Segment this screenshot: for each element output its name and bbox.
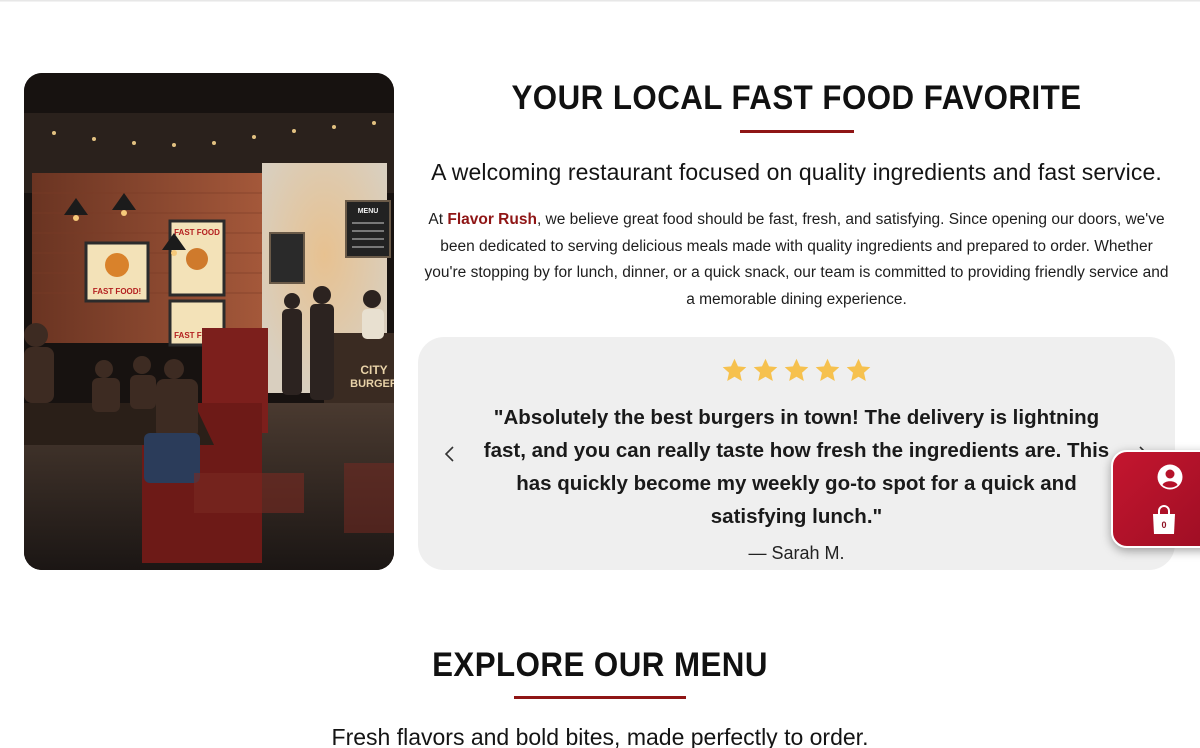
star-icon — [815, 358, 840, 381]
star-icon — [753, 358, 778, 381]
about-body-text: , we believe great food should be fast, … — [424, 211, 1169, 308]
header-shadow — [0, 0, 1200, 2]
title-divider — [739, 130, 854, 133]
menu-title-divider — [514, 696, 686, 699]
review-quote: "Absolutely the best burgers in town! Th… — [483, 406, 1110, 528]
about-title: YOUR LOCAL FAST FOOD FAVORITE — [511, 79, 1082, 117]
star-rating — [418, 357, 1175, 389]
window-sign-burger: BURGER — [350, 378, 394, 390]
about-subtitle: A welcoming restaurant focused on qualit… — [431, 159, 1162, 185]
review-card: "Absolutely the best burgers in town! Th… — [418, 337, 1175, 570]
user-icon[interactable] — [1157, 464, 1183, 490]
about-body-prefix: At — [428, 211, 448, 228]
menu-section-subtitle: Fresh flavors and bold bites, made perfe… — [331, 724, 869, 748]
window-sign-city: CITY — [360, 363, 387, 377]
floating-account-cart-widget: 0 — [1111, 450, 1200, 548]
chevron-left-icon[interactable] — [440, 444, 460, 464]
star-icon — [784, 358, 809, 381]
menu-section-title: EXPLORE OUR MENU — [432, 646, 768, 684]
about-section: YOUR LOCAL FAST FOOD FAVORITE A welcomin… — [418, 73, 1175, 313]
about-body: At Flavor Rush, we believe great food sh… — [424, 207, 1169, 313]
restaurant-photo: FAST FOOD! FAST FOOD FAST FOOD MENU CITY… — [24, 73, 394, 570]
poster-left-text: FAST FOOD! — [93, 287, 141, 296]
cart-count: 0 — [1161, 520, 1167, 530]
menu-board-text: MENU — [358, 208, 379, 215]
cart-button[interactable]: 0 — [1150, 504, 1178, 536]
star-icon — [846, 358, 871, 381]
review-author: — Sarah M. — [748, 543, 845, 563]
brand-name: Flavor Rush — [447, 211, 537, 228]
poster-top-text: FAST FOOD — [174, 228, 220, 237]
star-icon — [722, 358, 747, 381]
